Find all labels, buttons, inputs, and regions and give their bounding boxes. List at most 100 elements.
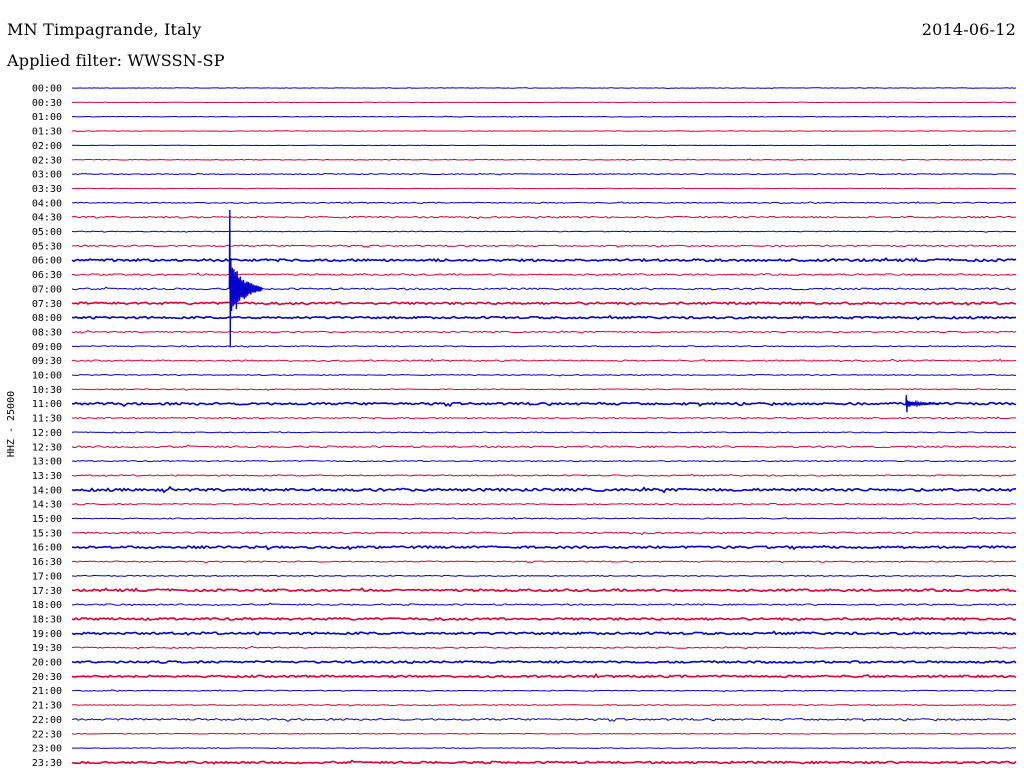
trace-1430 bbox=[71, 502, 1017, 506]
trace-1100 bbox=[71, 401, 1017, 408]
row-time-label: 14:30 bbox=[32, 500, 62, 511]
row-time-label: 07:00 bbox=[32, 284, 62, 295]
row-time-label: 11:00 bbox=[32, 399, 62, 410]
trace-1230 bbox=[71, 444, 1017, 449]
y-axis-label: HHZ - 25000 bbox=[6, 391, 17, 457]
row-time-label: 12:00 bbox=[32, 428, 62, 439]
row-time-label: 09:00 bbox=[32, 342, 62, 353]
row-time-label: 03:00 bbox=[32, 170, 62, 181]
trace-2300 bbox=[71, 747, 1017, 749]
helicorder-rows: 00:00 00:30 01:00 01:30 02:00 02:30 03:00 03:30… bbox=[32, 84, 1017, 769]
trace-2230 bbox=[71, 732, 1017, 735]
trace-0130 bbox=[71, 130, 1017, 133]
row-time-label: 10:00 bbox=[32, 371, 62, 382]
trace-1600 bbox=[71, 544, 1017, 551]
trace-0530 bbox=[71, 244, 1017, 248]
row-time-label: 20:00 bbox=[32, 658, 62, 669]
row-time-label: 02:30 bbox=[32, 155, 62, 166]
helicorder-plot: HHZ - 25000 00:00 00:30 01:00 01:30 02:00 02:… bbox=[6, 84, 1017, 769]
trace-1500 bbox=[71, 516, 1017, 520]
trace-0200 bbox=[71, 144, 1017, 147]
trace-1930 bbox=[71, 645, 1017, 650]
trace-0300 bbox=[71, 172, 1017, 176]
row-time-label: 00:30 bbox=[32, 98, 62, 109]
trace-0800 bbox=[71, 314, 1017, 321]
trace-0730 bbox=[71, 301, 1017, 306]
trace-1330 bbox=[71, 473, 1017, 478]
trace-1030 bbox=[72, 388, 1017, 391]
row-time-label: 01:30 bbox=[32, 127, 62, 138]
trace-1730 bbox=[71, 587, 1017, 593]
row-time-label: 11:30 bbox=[32, 414, 62, 425]
row-time-label: 08:30 bbox=[32, 327, 62, 338]
row-time-label: 03:30 bbox=[32, 184, 62, 195]
trace-1830 bbox=[71, 616, 1017, 622]
trace-1630 bbox=[71, 560, 1017, 564]
trace-0930 bbox=[71, 358, 1017, 363]
trace-1700 bbox=[71, 574, 1017, 577]
row-time-label: 05:30 bbox=[32, 241, 62, 252]
trace-0830 bbox=[71, 330, 1017, 334]
trace-1400 bbox=[71, 485, 1017, 494]
trace-1300 bbox=[71, 460, 1017, 463]
row-time-label: 04:30 bbox=[32, 213, 62, 224]
row-time-label: 18:00 bbox=[32, 600, 62, 611]
trace-2000 bbox=[71, 660, 1017, 665]
trace-0500 bbox=[71, 230, 1017, 233]
trace-0430 bbox=[71, 215, 1017, 220]
row-time-label: 14:00 bbox=[32, 485, 62, 496]
trace-2100 bbox=[71, 689, 1017, 693]
trace-2330 bbox=[71, 759, 1017, 765]
row-time-label: 16:30 bbox=[32, 557, 62, 568]
row-time-label: 13:00 bbox=[32, 457, 62, 468]
row-time-label: 02:00 bbox=[32, 141, 62, 152]
row-time-label: 10:30 bbox=[32, 385, 62, 396]
trace-1800 bbox=[71, 602, 1017, 607]
trace-1530 bbox=[71, 530, 1017, 536]
row-time-label: 22:30 bbox=[32, 729, 62, 740]
trace-0330 bbox=[71, 187, 1017, 190]
row-time-label: 13:30 bbox=[32, 471, 62, 482]
row-time-label: 19:00 bbox=[32, 629, 62, 640]
row-time-label: 15:00 bbox=[32, 514, 62, 525]
trace-0230 bbox=[71, 158, 1017, 161]
row-time-label: 21:30 bbox=[32, 701, 62, 712]
trace-1130 bbox=[71, 416, 1017, 420]
row-time-label: 18:30 bbox=[32, 614, 62, 625]
event-signal bbox=[228, 209, 263, 347]
row-time-label: 15:30 bbox=[32, 528, 62, 539]
row-time-label: 06:30 bbox=[32, 270, 62, 281]
row-time-label: 07:30 bbox=[32, 299, 62, 310]
trace-2200 bbox=[71, 717, 1017, 722]
row-time-label: 00:00 bbox=[32, 84, 62, 95]
row-time-label: 09:30 bbox=[32, 356, 62, 367]
trace-0700 bbox=[71, 286, 1017, 291]
trace-0400 bbox=[71, 201, 1017, 205]
trace-1200 bbox=[71, 431, 1017, 434]
row-time-label: 21:00 bbox=[32, 686, 62, 697]
row-time-label: 22:00 bbox=[32, 715, 62, 726]
trace-0900 bbox=[71, 345, 1017, 348]
row-time-label: 20:30 bbox=[32, 672, 62, 683]
trace-0000 bbox=[71, 87, 1017, 90]
trace-0600 bbox=[71, 257, 1017, 263]
row-time-label: 12:30 bbox=[32, 442, 62, 453]
trace-2130 bbox=[71, 703, 1017, 707]
row-time-label: 17:00 bbox=[32, 571, 62, 582]
trace-0630 bbox=[71, 272, 1017, 277]
row-time-label: 08:00 bbox=[32, 313, 62, 324]
event-signal bbox=[905, 395, 939, 413]
trace-0030 bbox=[71, 101, 1017, 104]
row-time-label: 23:30 bbox=[32, 758, 62, 769]
row-time-label: 16:00 bbox=[32, 543, 62, 554]
row-time-label: 01:00 bbox=[32, 112, 62, 123]
trace-2030 bbox=[71, 672, 1017, 679]
row-time-label: 04:00 bbox=[32, 198, 62, 209]
row-time-label: 19:30 bbox=[32, 643, 62, 654]
trace-1000 bbox=[71, 373, 1016, 377]
row-time-label: 23:00 bbox=[32, 744, 62, 755]
row-time-label: 06:00 bbox=[32, 256, 62, 267]
row-time-label: 17:30 bbox=[32, 586, 62, 597]
trace-1900 bbox=[71, 630, 1017, 636]
row-time-label: 05:00 bbox=[32, 227, 62, 238]
